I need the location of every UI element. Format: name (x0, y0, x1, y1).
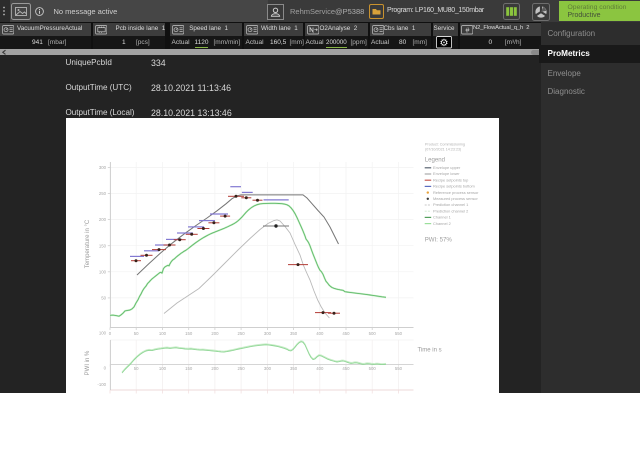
svg-text:200: 200 (99, 217, 107, 222)
svg-text:Envelope lower: Envelope lower (433, 171, 460, 176)
svg-text:550: 550 (395, 331, 403, 336)
svg-text:(07/10/2021 14:23:23): (07/10/2021 14:23:23) (425, 147, 461, 151)
svg-text:150: 150 (185, 366, 193, 371)
svg-text:Channel 1: Channel 1 (433, 215, 451, 220)
svg-text:200: 200 (211, 331, 219, 336)
svg-text:Measured process sensor: Measured process sensor (433, 196, 478, 201)
svg-text:550: 550 (395, 366, 403, 371)
svg-text:Reference process sensor: Reference process sensor (433, 190, 479, 195)
svg-text:500: 500 (369, 366, 377, 371)
svg-text:0: 0 (109, 331, 112, 336)
svg-text:450: 450 (342, 331, 350, 336)
svg-text:Recipe setpoints top: Recipe setpoints top (433, 177, 468, 182)
svg-text:Recipe setpoints bottom: Recipe setpoints bottom (433, 184, 475, 189)
svg-text:300: 300 (264, 366, 272, 371)
svg-text:Product: Commissioning: Product: Commissioning (425, 143, 465, 147)
svg-text:Prediction channel 2: Prediction channel 2 (433, 208, 468, 213)
svg-text:50: 50 (101, 296, 106, 301)
svg-text:0: 0 (104, 365, 107, 370)
svg-text:Envelope upper: Envelope upper (433, 165, 461, 170)
svg-text:350: 350 (290, 331, 298, 336)
svg-text:500: 500 (369, 331, 377, 336)
svg-text:⚙: ⚙ (439, 38, 448, 49)
svg-text:350: 350 (290, 366, 298, 371)
svg-text:Prediction channel 1: Prediction channel 1 (433, 202, 468, 207)
svg-text:-100: -100 (97, 382, 106, 387)
svg-text:450: 450 (342, 366, 350, 371)
svg-text:150: 150 (185, 331, 193, 336)
svg-text:100: 100 (99, 331, 107, 336)
svg-text:100: 100 (99, 269, 107, 274)
svg-text:250: 250 (99, 191, 107, 196)
svg-text:100: 100 (159, 331, 167, 336)
svg-text:100: 100 (159, 366, 167, 371)
svg-text:250: 250 (238, 331, 246, 336)
svg-text:Channel 2: Channel 2 (433, 221, 451, 226)
svg-text:Legend: Legend (425, 157, 445, 164)
svg-text:PWI: 57%: PWI: 57% (425, 237, 453, 244)
svg-text:50: 50 (134, 366, 139, 371)
svg-text:250: 250 (238, 366, 246, 371)
svg-text:150: 150 (99, 243, 107, 248)
svg-text:#: # (465, 28, 469, 35)
svg-text:PWI in %: PWI in % (85, 350, 91, 375)
svg-text:400: 400 (316, 331, 324, 336)
svg-text:Time in s: Time in s (418, 348, 442, 354)
svg-text:300: 300 (99, 165, 107, 170)
svg-text:Temperature in °C: Temperature in °C (85, 219, 91, 268)
svg-text:50: 50 (134, 331, 139, 336)
svg-text:300: 300 (264, 331, 272, 336)
svg-text:200: 200 (211, 366, 219, 371)
svg-text:400: 400 (316, 366, 324, 371)
